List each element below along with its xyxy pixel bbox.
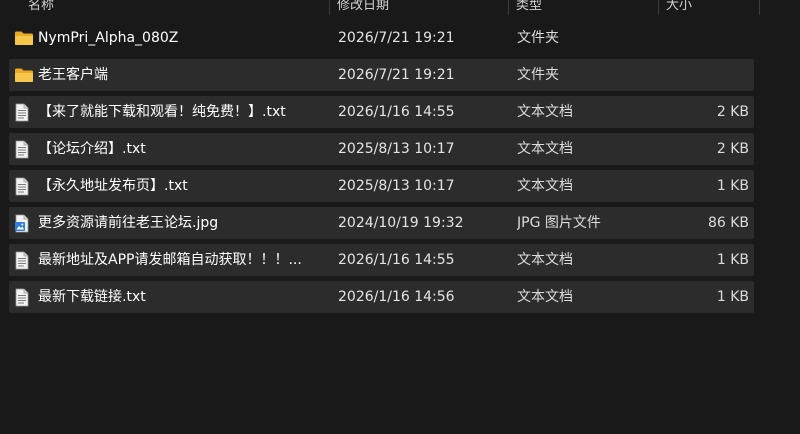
column-header: 名称 修改日期 类型 大小: [0, 0, 800, 15]
file-date: 2025/8/13 10:17: [338, 141, 455, 157]
file-row[interactable]: 最新下载链接.txt 2026/1/16 14:56 文本文档 1 KB: [9, 281, 754, 313]
text-file-icon: [14, 133, 36, 165]
file-name: 更多资源请前往老王论坛.jpg: [38, 215, 219, 231]
file-date: 2026/7/21 19:21: [338, 30, 455, 46]
file-size: 2 KB: [716, 104, 749, 120]
file-size: 1 KB: [716, 289, 749, 305]
file-date: 2026/1/16 14:55: [338, 252, 455, 268]
column-divider[interactable]: [329, 0, 330, 15]
file-type: 文件夹: [517, 30, 559, 46]
file-list: NymPri_Alpha_080Z 2026/7/21 19:21 文件夹 老王…: [9, 22, 754, 318]
file-size: 1 KB: [716, 252, 749, 268]
file-size: 2 KB: [716, 141, 749, 157]
file-size: 86 KB: [707, 215, 749, 231]
text-file-icon: [14, 281, 36, 313]
folder-icon: [14, 59, 36, 91]
file-date: 2026/7/21 19:21: [338, 67, 455, 83]
column-header-size[interactable]: 大小: [666, 0, 692, 14]
column-divider[interactable]: [508, 0, 509, 15]
column-divider[interactable]: [759, 0, 760, 15]
file-explorer: 名称 修改日期 类型 大小 NymPri_Alpha_080Z 2026/7/2…: [0, 0, 800, 434]
file-row[interactable]: 【来了就能下载和观看！纯免费！】.txt 2026/1/16 14:55 文本文…: [9, 96, 754, 128]
text-file-icon: [14, 170, 36, 202]
file-type: 文本文档: [517, 178, 573, 194]
file-row[interactable]: 更多资源请前往老王论坛.jpg 2024/10/19 19:32 JPG 图片文…: [9, 207, 754, 239]
file-type: 文本文档: [517, 289, 573, 305]
file-name: 【论坛介绍】.txt: [38, 141, 146, 157]
file-name: 老王客户端: [38, 67, 108, 83]
file-row[interactable]: 【论坛介绍】.txt 2025/8/13 10:17 文本文档 2 KB: [9, 133, 754, 165]
image-file-icon: [14, 207, 36, 239]
column-header-name[interactable]: 名称: [28, 0, 54, 14]
file-row[interactable]: 【永久地址发布页】.txt 2025/8/13 10:17 文本文档 1 KB: [9, 170, 754, 202]
file-size: [659, 22, 749, 54]
file-name: 最新地址及APP请发邮箱自动获取！！！...: [38, 252, 302, 268]
text-file-icon: [14, 96, 36, 128]
file-type: 文本文档: [517, 141, 573, 157]
column-header-date[interactable]: 修改日期: [337, 0, 389, 14]
file-size: [659, 59, 749, 91]
file-type: JPG 图片文件: [517, 215, 601, 231]
column-divider[interactable]: [658, 0, 659, 15]
folder-icon: [14, 22, 36, 54]
file-type: 文件夹: [517, 67, 559, 83]
file-name: 【来了就能下载和观看！纯免费！】.txt: [38, 104, 286, 120]
file-date: 2026/1/16 14:55: [338, 104, 455, 120]
file-row[interactable]: 老王客户端 2026/7/21 19:21 文件夹: [9, 59, 754, 91]
file-row[interactable]: NymPri_Alpha_080Z 2026/7/21 19:21 文件夹: [9, 22, 754, 54]
file-date: 2026/1/16 14:56: [338, 289, 455, 305]
file-row[interactable]: 最新地址及APP请发邮箱自动获取！！！... 2026/1/16 14:55 文…: [9, 244, 754, 276]
file-type: 文本文档: [517, 104, 573, 120]
file-name: 最新下载链接.txt: [38, 289, 146, 305]
file-type: 文本文档: [517, 252, 573, 268]
file-name: NymPri_Alpha_080Z: [38, 30, 179, 46]
column-header-type[interactable]: 类型: [516, 0, 542, 14]
file-name: 【永久地址发布页】.txt: [38, 178, 188, 194]
file-date: 2024/10/19 19:32: [338, 215, 464, 231]
text-file-icon: [14, 244, 36, 276]
file-size: 1 KB: [716, 178, 749, 194]
file-date: 2025/8/13 10:17: [338, 178, 455, 194]
